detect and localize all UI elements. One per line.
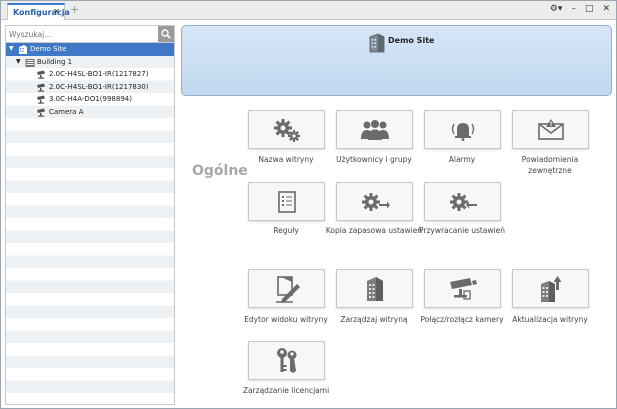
building-upload-icon xyxy=(540,275,561,302)
site-name-button[interactable] xyxy=(248,110,325,149)
tree-node-label: Demo Site xyxy=(30,45,67,53)
site-icon xyxy=(369,33,385,53)
tree-node[interactable]: Camera A xyxy=(6,106,174,119)
view-editor-label: Edytor widoku witryny xyxy=(244,315,328,324)
tree-node-label: Camera A xyxy=(49,107,84,116)
backup-button[interactable] xyxy=(336,182,413,221)
license-management-button[interactable] xyxy=(248,341,325,380)
tab-configuration[interactable]: Konfiguracja ✕ xyxy=(7,3,70,20)
keys-icon xyxy=(276,347,296,373)
camera-icon xyxy=(37,95,45,104)
site-tree: ▼ Demo Site ▼ Building 1 2.0C-H4SL-BO1-IR(12… xyxy=(6,43,174,404)
envelope-alert-icon xyxy=(537,118,564,140)
maximize-icon[interactable]: □ xyxy=(585,4,594,14)
alarms-button[interactable] xyxy=(424,110,501,149)
window-controls: ⚙▾ – □ ✕ xyxy=(550,4,610,14)
tree-node[interactable]: ▼ Building 1 xyxy=(6,56,174,69)
checklist-icon xyxy=(277,190,296,213)
alarm-bell-icon xyxy=(451,122,474,141)
banner-title: Demo Site xyxy=(388,36,435,45)
users-groups-label: Użytkownicy i grupy xyxy=(336,155,412,164)
search-input[interactable] xyxy=(6,26,158,42)
camera-icon xyxy=(37,108,47,122)
rules-label: Reguły xyxy=(273,226,299,235)
alarms-label: Alarmy xyxy=(448,155,476,164)
tab-close-icon[interactable]: ✕ xyxy=(53,7,60,16)
add-tab-icon[interactable]: + xyxy=(70,4,79,15)
expand-arrow-icon[interactable]: ▼ xyxy=(9,43,14,56)
notifications-label: Powiadomienia zewnętrzne xyxy=(521,155,579,175)
site-update-button[interactable] xyxy=(512,269,589,308)
site-tree-panel: ▼ Demo Site ▼ Building 1 2.0C-H4SL-BO1-IR(12… xyxy=(5,25,175,405)
building-icon xyxy=(366,276,383,301)
tree-node-label: Building 1 xyxy=(37,57,73,66)
tree-node-label: 2.0C-H4SL-BO1-IR(1217830) xyxy=(49,82,149,91)
manage-site-label: Zarządzaj witryną xyxy=(340,315,408,324)
manage-site-button[interactable] xyxy=(336,269,413,308)
title-bar: Konfiguracja ✕ + ⚙▾ – □ ✕ xyxy=(1,1,616,20)
tab-label: Konfiguracja xyxy=(13,8,70,17)
restore-label: Przywracanie ustawień xyxy=(418,226,505,235)
search-icon xyxy=(161,29,171,39)
site-icon xyxy=(19,45,27,54)
tree-node[interactable]: 2.0C-H4SL-BO1-IR(1217830) xyxy=(6,81,174,94)
minimize-icon[interactable]: – xyxy=(571,4,576,14)
tree-node-label: 2.0C-H4SL-BO1-IR(1217827) xyxy=(49,70,149,78)
pen-edit-icon xyxy=(275,275,300,303)
connect-camera-button[interactable] xyxy=(424,269,501,308)
license-management-label: Zarządzanie licencjami xyxy=(242,386,330,395)
gear-export-icon xyxy=(361,192,390,211)
view-editor-button[interactable] xyxy=(248,269,325,308)
users-groups-button[interactable] xyxy=(336,110,413,149)
users-icon xyxy=(360,119,389,140)
backup-label: Kopia zapasowa ustawień xyxy=(325,226,423,235)
camera-icon xyxy=(37,83,45,92)
restore-button[interactable] xyxy=(424,182,501,221)
camera-connect-icon xyxy=(449,277,477,300)
building-icon xyxy=(25,58,35,67)
camera-icon xyxy=(37,108,45,117)
site-banner: Demo Site xyxy=(181,25,612,96)
camera-icon xyxy=(37,70,45,79)
tree-node-label: 3.0C-H4A-DO1(998894) xyxy=(49,95,132,103)
tree-node[interactable]: ▼ Demo Site xyxy=(6,43,174,56)
search-button[interactable] xyxy=(158,26,174,42)
close-window-icon[interactable]: ✕ xyxy=(602,4,610,14)
settings-menu-icon[interactable]: ⚙▾ xyxy=(550,4,563,14)
site-update-label: Aktualizacja witryny xyxy=(512,315,588,324)
gears-icon xyxy=(273,118,300,142)
tree-node[interactable]: 2.0C-H4SL-BO1-IR(1217827) xyxy=(6,68,174,81)
application-window: Konfiguracja ✕ + ⚙▾ – □ ✕ ▼ Demo Site ▼ Bui… xyxy=(0,0,617,409)
tree-node[interactable]: 3.0C-H4A-DO1(998894) xyxy=(6,93,174,106)
connect-camera-label: Połącz/rozłącz kamery xyxy=(420,315,504,324)
site-name-label: Nazwa witryny xyxy=(258,155,314,164)
notifications-button[interactable] xyxy=(512,110,589,149)
rules-button[interactable] xyxy=(248,182,325,221)
search-bar xyxy=(6,26,174,43)
section-title: Ogólne xyxy=(192,163,248,179)
expand-arrow-icon[interactable]: ▼ xyxy=(16,56,21,69)
gear-import-icon xyxy=(449,192,477,211)
